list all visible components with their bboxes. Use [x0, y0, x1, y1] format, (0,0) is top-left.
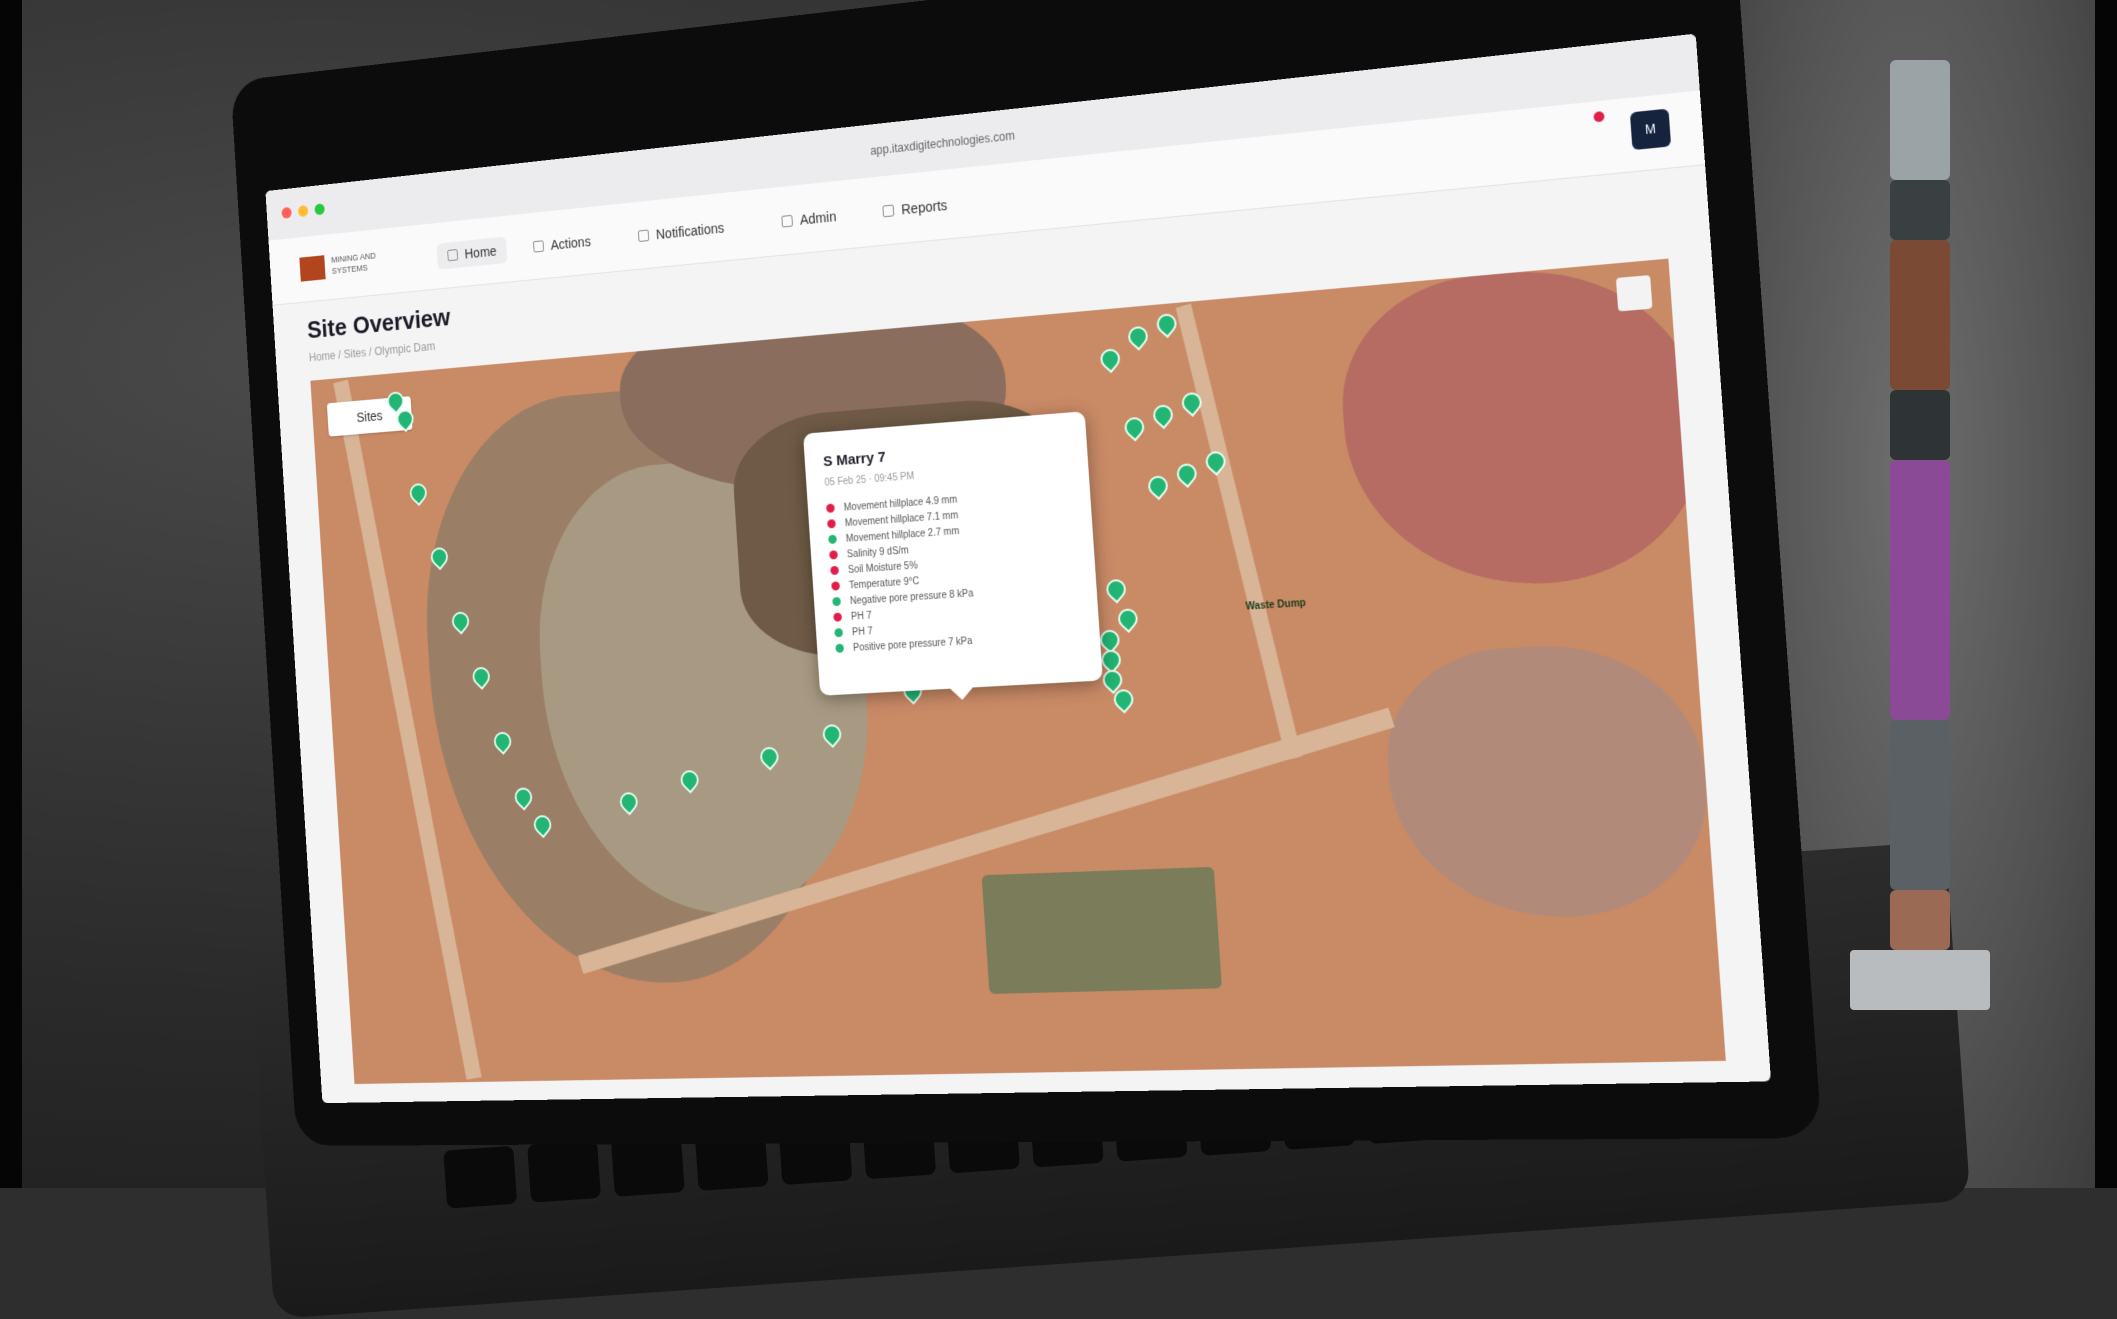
map-pin-icon[interactable] — [406, 480, 430, 506]
status-dot-icon — [831, 581, 840, 590]
vegetation-patch — [1380, 638, 1715, 922]
nav-item-actions[interactable]: Actions — [522, 227, 602, 261]
readings-list: Movement hillplace 4.9 mm Movement hillpl… — [826, 484, 1081, 657]
actions-icon — [533, 240, 544, 252]
breadcrumb[interactable]: Home / Sites / Olympic Dam — [309, 340, 436, 365]
status-dot-icon — [827, 519, 836, 528]
reading-label: Soil Moisture 5% — [848, 561, 918, 576]
map-pin-icon[interactable] — [1124, 322, 1152, 350]
keyboard-key — [443, 1146, 517, 1209]
minimize-window-icon[interactable] — [298, 205, 309, 217]
reading-label: PH 7 — [852, 626, 873, 638]
map-label: Waste Dump — [1245, 598, 1306, 613]
reading-label: Temperature 9°C — [849, 576, 920, 591]
satellite-map[interactable]: Sites Waste Dump S Marry 7 05 Feb 25 · 0… — [310, 259, 1725, 1084]
nav-item-label: Home — [464, 243, 497, 261]
reading-label: Salinity 9 dS/m — [847, 545, 910, 560]
device-segment — [1890, 180, 1950, 240]
map-pin-icon[interactable] — [1121, 413, 1149, 441]
close-window-icon[interactable] — [281, 207, 292, 219]
status-dot-icon — [828, 535, 837, 544]
nav-item-reports[interactable]: Reports — [871, 190, 960, 226]
bell-icon — [638, 230, 649, 243]
maximize-window-icon[interactable] — [314, 203, 325, 215]
map-pin-icon[interactable] — [1114, 605, 1142, 633]
keyboard-key — [527, 1140, 601, 1203]
reports-icon — [882, 205, 894, 218]
device-segment — [1890, 240, 1950, 390]
nav-item-home[interactable]: Home — [437, 236, 508, 269]
page-title: Site Overview — [306, 302, 451, 344]
right-border — [2095, 0, 2117, 1188]
device-segment — [1890, 60, 1950, 180]
nav-item-label: Admin — [799, 208, 836, 227]
notification-badge[interactable] — [1593, 111, 1604, 123]
status-dot-icon — [832, 597, 841, 606]
map-pin-icon[interactable] — [1144, 472, 1172, 500]
pond — [982, 867, 1222, 994]
sensor-device-render — [1890, 60, 1950, 1000]
left-border — [0, 0, 22, 1188]
map-pin-icon[interactable] — [1149, 401, 1177, 429]
home-icon — [447, 249, 458, 261]
laptop-screen: app.itaxdigitechnologies.com MINING AND … — [265, 34, 1771, 1103]
nav-item-notifications[interactable]: Notifications — [627, 213, 736, 251]
vegetation-patch — [1335, 259, 1713, 595]
status-dot-icon — [830, 566, 839, 575]
status-dot-icon — [829, 550, 838, 559]
admin-icon — [781, 215, 793, 228]
sites-button-label: Sites — [356, 408, 383, 425]
device-segment — [1890, 720, 1950, 890]
device-base — [1850, 950, 1990, 1010]
fullscreen-icon[interactable] — [1616, 275, 1653, 311]
nav-item-admin[interactable]: Admin — [770, 202, 848, 237]
status-dot-icon — [833, 613, 842, 622]
nav-item-label: Actions — [550, 234, 591, 253]
nav-item-label: Reports — [901, 197, 948, 217]
status-dot-icon — [826, 504, 835, 513]
reading-label: PH 7 — [851, 611, 872, 623]
company-logo — [299, 255, 325, 281]
device-segment — [1890, 460, 1950, 720]
map-pin-icon[interactable] — [1097, 345, 1124, 373]
sensor-popup: S Marry 7 05 Feb 25 · 09:45 PM Movement … — [803, 411, 1103, 696]
map-pin-icon[interactable] — [1173, 460, 1201, 488]
device-segment — [1890, 390, 1950, 460]
map-pin-icon[interactable] — [1102, 575, 1129, 603]
status-dot-icon — [835, 644, 844, 653]
status-dot-icon — [834, 628, 843, 637]
company-logo-text: MINING AND SYSTEMS — [331, 247, 408, 277]
device-segment — [1890, 890, 1950, 950]
road — [1176, 304, 1302, 760]
user-avatar[interactable]: M — [1630, 109, 1671, 151]
nav-item-label: Notifications — [655, 220, 724, 242]
